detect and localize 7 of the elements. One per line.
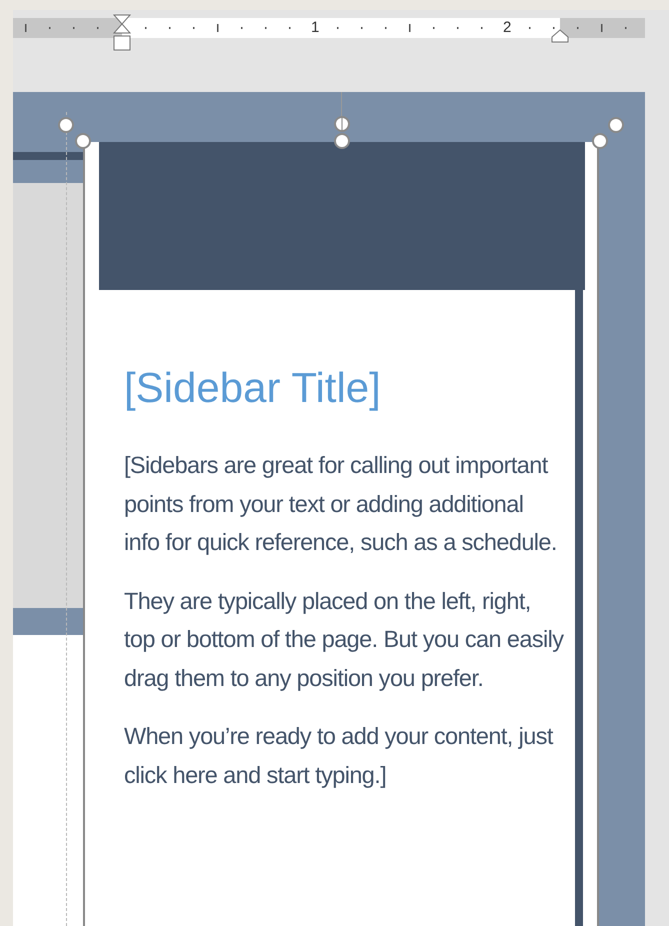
sidebar-paragraph: When you’re ready to add your content, just click here and start typing.] [124,722,554,790]
indent-marker-icon[interactable] [113,14,131,52]
sidebar-title: [Sidebar Title] [124,363,382,413]
sidebar-textbox[interactable] [83,142,599,926]
sidebar-paragraph: [Sidebars are great for calling out important points from your text or adding additional info for quick reference, such as a schedule. [124,451,558,557]
indent-marker-icon[interactable] [551,29,569,43]
sidebar-paragraph: They are typically placed on the left, right, top or bottom of the page. But you can easily drag them to any position you prefer. [124,586,564,693]
